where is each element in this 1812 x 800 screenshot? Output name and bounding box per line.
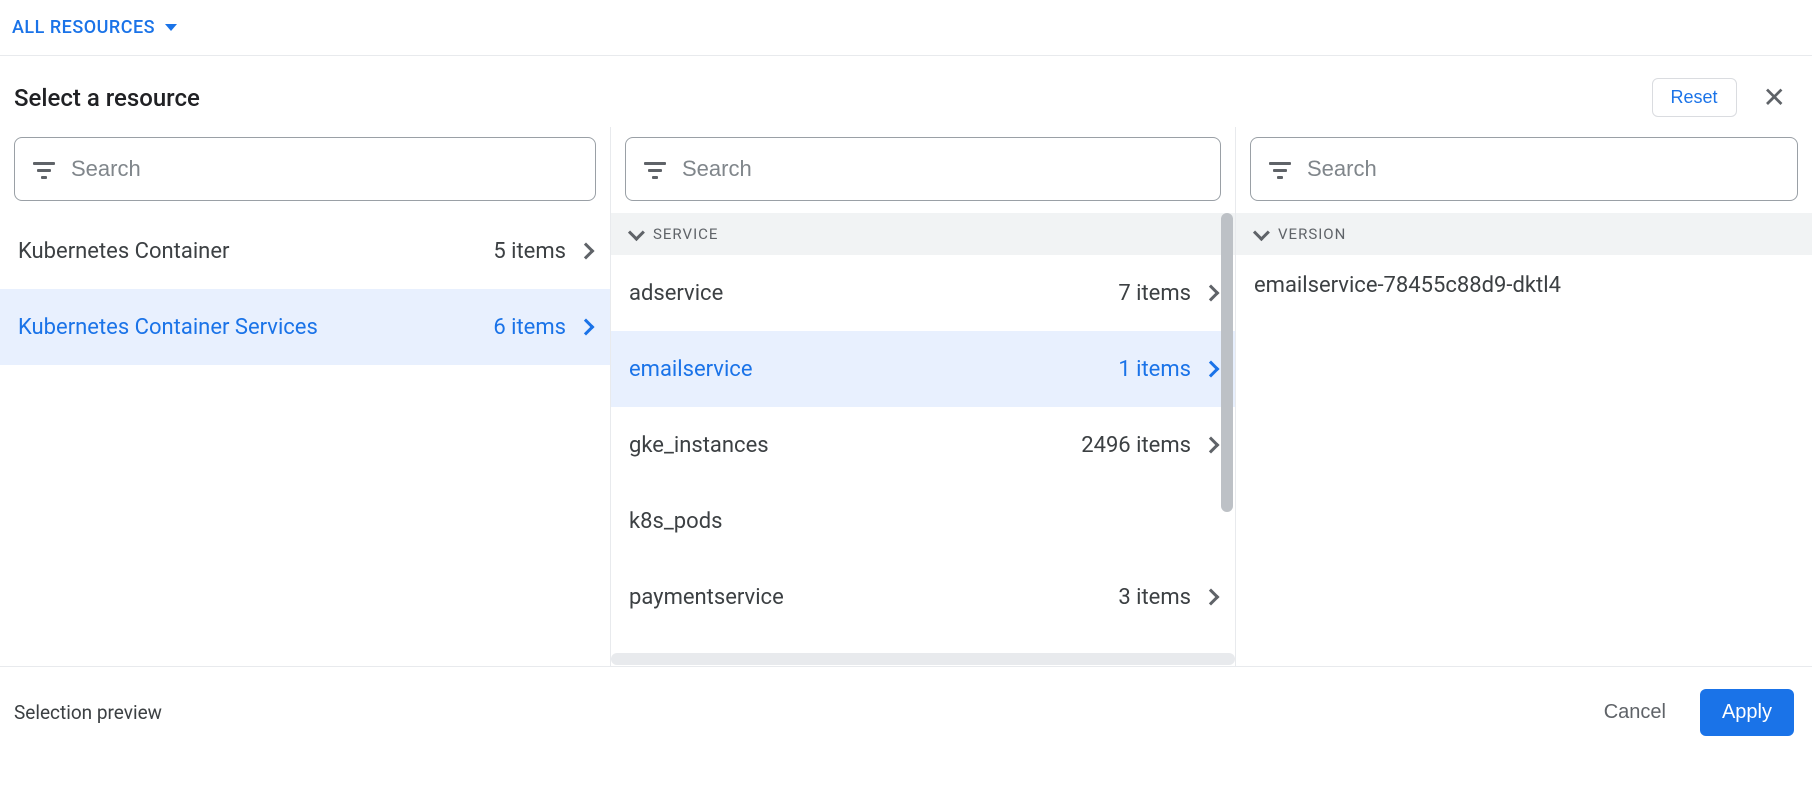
caret-down-icon bbox=[165, 24, 177, 31]
search-box-col1[interactable] bbox=[14, 137, 596, 201]
version-group-header[interactable]: VERSION bbox=[1236, 213, 1812, 255]
chevron-right-icon bbox=[1203, 589, 1220, 606]
search-input-col3[interactable] bbox=[1305, 155, 1779, 183]
list-item-label: emailservice bbox=[629, 357, 752, 382]
service-row[interactable]: k8s_pods bbox=[611, 483, 1235, 559]
service-header-label: SERVICE bbox=[653, 225, 718, 243]
list-item-label: Kubernetes Container bbox=[18, 239, 229, 264]
apply-button[interactable]: Apply bbox=[1700, 689, 1794, 736]
chevron-right-icon bbox=[1203, 437, 1220, 454]
list-item-count: 2496 items bbox=[1081, 433, 1191, 458]
scope-selector[interactable]: ALL RESOURCES bbox=[12, 17, 177, 38]
filter-icon bbox=[33, 160, 55, 178]
version-column: VERSION emailservice-78455c88d9-dktl4 bbox=[1235, 127, 1812, 666]
selection-preview-label: Selection preview bbox=[14, 701, 162, 724]
service-column: SERVICE adservice 7 items emailservice 1 it… bbox=[610, 127, 1235, 666]
reset-button[interactable]: Reset bbox=[1652, 78, 1737, 117]
version-list: VERSION emailservice-78455c88d9-dktl4 bbox=[1236, 213, 1812, 666]
list-item-label: emailservice-78455c88d9-dktl4 bbox=[1254, 273, 1561, 298]
chevron-right-icon bbox=[1203, 361, 1220, 378]
list-item-count: 1 items bbox=[1118, 357, 1191, 382]
list-item-label: adservice bbox=[629, 281, 723, 306]
header-actions: Reset ✕ bbox=[1652, 78, 1795, 117]
list-item-label: paymentservice bbox=[629, 585, 784, 610]
filter-icon bbox=[1269, 160, 1291, 178]
list-item-count: 5 items bbox=[493, 239, 566, 264]
chevron-down-icon bbox=[1253, 224, 1270, 241]
service-row[interactable]: gke_instances 2496 items bbox=[611, 407, 1235, 483]
list-item-count: 3 items bbox=[1118, 585, 1191, 610]
service-row[interactable]: adservice 7 items bbox=[611, 255, 1235, 331]
cancel-button[interactable]: Cancel bbox=[1594, 693, 1676, 732]
chevron-right-icon bbox=[1203, 285, 1220, 302]
horizontal-scrollbar[interactable] bbox=[611, 652, 1235, 666]
footer-actions: Cancel Apply bbox=[1594, 689, 1794, 736]
resource-type-column: Kubernetes Container5 itemsKubernetes Co… bbox=[0, 127, 610, 666]
search-input-col1[interactable] bbox=[69, 155, 577, 183]
list-item-count: 7 items bbox=[1118, 281, 1191, 306]
list-item-label: k8s_pods bbox=[629, 509, 722, 534]
filter-icon bbox=[644, 160, 666, 178]
search-box-col2[interactable] bbox=[625, 137, 1221, 201]
list-item-label: gke_instances bbox=[629, 433, 769, 458]
resource-type-row[interactable]: Kubernetes Container 5 items bbox=[0, 213, 610, 289]
service-row[interactable]: emailservice 1 items bbox=[611, 331, 1235, 407]
chevron-right-icon bbox=[578, 243, 595, 260]
search-box-col3[interactable] bbox=[1250, 137, 1798, 201]
search-input-col2[interactable] bbox=[680, 155, 1202, 183]
service-row[interactable]: paymentservice 3 items bbox=[611, 559, 1235, 635]
page-title: Select a resource bbox=[14, 84, 200, 112]
chevron-right-icon bbox=[578, 319, 595, 336]
close-icon[interactable]: ✕ bbox=[1755, 80, 1794, 116]
list-item-count: 6 items bbox=[493, 315, 566, 340]
resource-type-row[interactable]: Kubernetes Container Services 6 items bbox=[0, 289, 610, 365]
version-row[interactable]: emailservice-78455c88d9-dktl4 bbox=[1236, 255, 1812, 315]
service-list: SERVICE adservice 7 items emailservice 1 it… bbox=[611, 213, 1235, 652]
service-group-header[interactable]: SERVICE bbox=[611, 213, 1235, 255]
chevron-down-icon bbox=[628, 224, 645, 241]
list-item-label: Kubernetes Container Services bbox=[18, 315, 318, 340]
scope-label: ALL RESOURCES bbox=[12, 17, 155, 38]
resource-type-list: Kubernetes Container5 itemsKubernetes Co… bbox=[0, 213, 610, 666]
vertical-scrollbar[interactable] bbox=[1219, 213, 1235, 652]
version-header-label: VERSION bbox=[1278, 225, 1346, 243]
